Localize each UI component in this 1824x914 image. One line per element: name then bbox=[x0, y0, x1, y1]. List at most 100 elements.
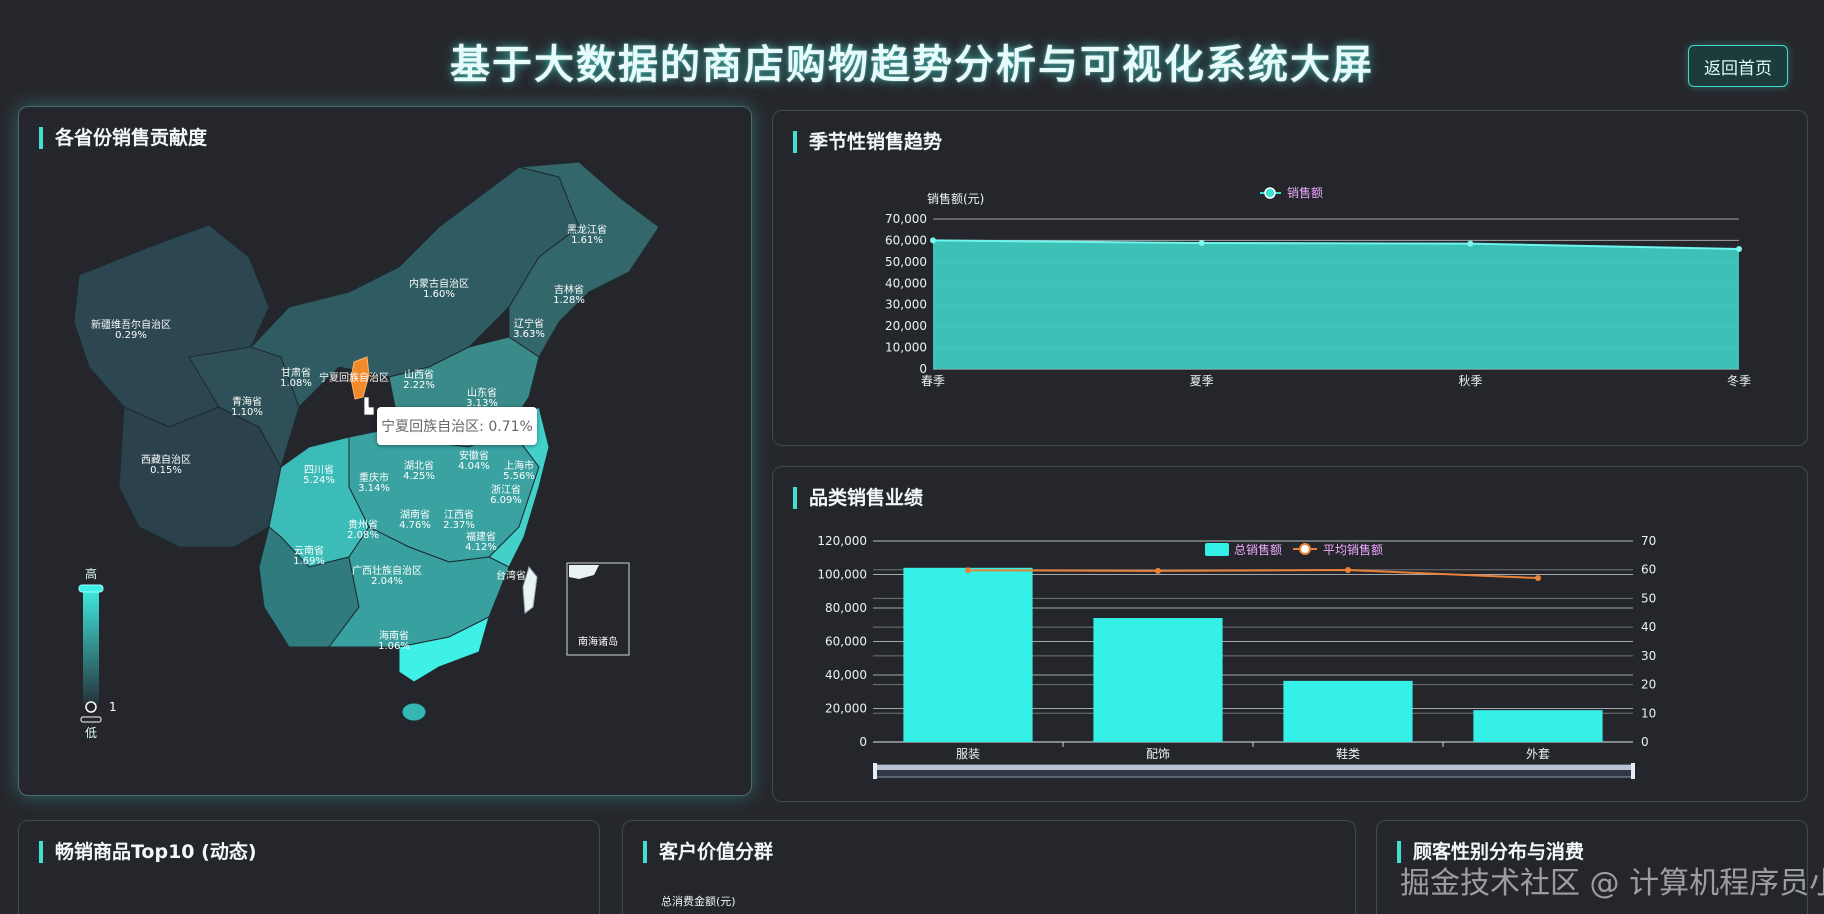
map-label-value: 0.15% bbox=[150, 465, 182, 476]
legend-value-label: 1 bbox=[109, 700, 117, 714]
category-y-tick-left: 80,000 bbox=[825, 601, 867, 615]
customer-ylabel: 总消费金额(元) bbox=[661, 895, 736, 908]
season-legend-dot[interactable] bbox=[1264, 187, 1276, 199]
category-x-tick: 服装 bbox=[956, 747, 980, 761]
top10-panel-title: 畅销商品Top10 (动态) bbox=[39, 841, 257, 863]
category-bar[interactable] bbox=[1093, 618, 1223, 742]
datazoom-handle-right[interactable] bbox=[1631, 763, 1635, 779]
season-point[interactable] bbox=[1736, 246, 1742, 252]
season-y-tick: 10,000 bbox=[885, 341, 927, 355]
header: 基于大数据的商店购物趋势分析与可视化系统大屏 返回首页 bbox=[0, 0, 1824, 100]
page-title: 基于大数据的商店购物趋势分析与可视化系统大屏 bbox=[450, 42, 1374, 88]
cursor-hand-icon bbox=[363, 396, 375, 416]
season-y-tick: 70,000 bbox=[885, 212, 927, 226]
map-label-name: 台湾省 bbox=[496, 569, 526, 582]
province-panel: 各省份销售贡献度 黑龙江省 1.61% 内蒙古自治区 1.60% 吉林省 1.28% … bbox=[18, 106, 752, 796]
season-x-tick: 夏季 bbox=[1190, 374, 1214, 388]
category-x-ticks: 服装 配饰 鞋类 外套 bbox=[956, 742, 1550, 761]
season-y-tick: 30,000 bbox=[885, 298, 927, 312]
customer-panel-title: 客户价值分群 bbox=[643, 841, 773, 863]
season-y-tick: 60,000 bbox=[885, 233, 927, 247]
category-bar[interactable] bbox=[1473, 710, 1603, 742]
map-label-value: 2.22% bbox=[403, 380, 435, 391]
season-y-ticks: 010,00020,00030,00040,00050,00060,00070,… bbox=[885, 212, 927, 376]
season-x-tick: 秋季 bbox=[1458, 374, 1482, 388]
season-y-tick: 20,000 bbox=[885, 319, 927, 333]
map-tibet[interactable] bbox=[118, 406, 282, 548]
category-y-tick-right: 40 bbox=[1641, 620, 1656, 634]
legend-bottom-handle[interactable] bbox=[85, 701, 97, 713]
category-y-ticks-left: 0 20,000 40,000 60,000 80,000 100,000 120,000 bbox=[817, 534, 867, 749]
map-label-value: 1.10% bbox=[231, 407, 263, 418]
category-y-ticks-right: 0 10 20 30 40 50 60 70 bbox=[1641, 534, 1656, 749]
season-x-tick: 冬季 bbox=[1727, 373, 1751, 388]
datazoom-fill[interactable] bbox=[875, 765, 1633, 770]
map-label-value: 5.56% bbox=[503, 471, 535, 482]
category-x-tick: 鞋类 bbox=[1336, 746, 1360, 761]
map-label-value: 6.09% bbox=[490, 495, 522, 506]
category-bars[interactable] bbox=[903, 567, 1603, 742]
category-avg-point[interactable] bbox=[1155, 567, 1161, 574]
season-panel: 季节性销售趋势 销售额 销售额(元) 0 10,000 20,000 30,000 40… bbox=[772, 110, 1808, 446]
category-y-tick-left: 100,000 bbox=[817, 568, 867, 582]
category-legend-line-dot[interactable] bbox=[1299, 543, 1311, 555]
season-ylabel: 销售额(元) bbox=[927, 191, 984, 206]
season-point[interactable] bbox=[930, 237, 936, 244]
map-label-value: 4.12% bbox=[465, 542, 497, 553]
category-y-tick-left: 20,000 bbox=[825, 702, 867, 716]
home-button[interactable]: 返回首页 bbox=[1688, 45, 1788, 87]
china-map[interactable]: 黑龙江省1.61% 内蒙古自治区1.60% 吉林省1.28% 新疆维吾尔自治区0… bbox=[19, 107, 753, 797]
category-legend-bar-label: 总销售额 bbox=[1234, 542, 1282, 557]
map-tooltip: 宁夏回族自治区: 0.71% bbox=[377, 407, 537, 445]
map-label-value: 3.14% bbox=[358, 483, 390, 494]
legend-low-label: 低 bbox=[85, 726, 97, 740]
south-sea-coast bbox=[569, 565, 599, 579]
category-y-tick-left: 60,000 bbox=[825, 635, 867, 649]
season-x-tick: 春季 bbox=[921, 374, 945, 388]
map-label-value: 1.60% bbox=[423, 289, 455, 300]
category-avg-point[interactable] bbox=[1345, 567, 1351, 574]
category-y-tick-right: 20 bbox=[1641, 678, 1656, 692]
map-label-value: 3.63% bbox=[513, 329, 545, 340]
category-y-tick-left: 120,000 bbox=[817, 534, 867, 548]
top10-panel: 畅销商品Top10 (动态) bbox=[18, 820, 600, 914]
category-x-tick: 外套 bbox=[1526, 747, 1550, 761]
map-label-value: 1.28% bbox=[553, 295, 585, 306]
watermark: 掘金技术社区 @ 计算机程序员小杨 bbox=[1400, 866, 1824, 901]
season-point[interactable] bbox=[1467, 240, 1474, 247]
category-chart[interactable]: 总销售额 平均销售额 0 20,000 40,000 60,000 80,000 100,… bbox=[773, 467, 1809, 803]
category-y-tick-left: 0 bbox=[859, 735, 867, 749]
category-legend-bar-swatch[interactable] bbox=[1205, 543, 1229, 556]
season-y-tick: 50,000 bbox=[885, 255, 927, 269]
legend-top-handle[interactable] bbox=[78, 584, 104, 593]
category-panel: 品类销售业绩 总销售额 平均销售额 0 20,000 40,000 60,000 80,… bbox=[772, 466, 1808, 802]
map-label-value: 0.29% bbox=[115, 330, 147, 341]
season-legend-label: 销售额 bbox=[1287, 185, 1323, 200]
category-y-tick-right: 0 bbox=[1641, 735, 1649, 749]
season-point[interactable] bbox=[1198, 240, 1205, 246]
map-label-value: 4.76% bbox=[399, 520, 431, 531]
map-label-value: 1.61% bbox=[571, 235, 603, 246]
category-y-tick-right: 60 bbox=[1641, 563, 1656, 577]
datazoom-handle-left[interactable] bbox=[873, 763, 877, 779]
map-label-value: 1.69% bbox=[293, 556, 325, 567]
category-bar[interactable] bbox=[1283, 680, 1413, 742]
category-y-tick-right: 50 bbox=[1641, 591, 1656, 605]
category-bar[interactable] bbox=[903, 567, 1033, 742]
category-y-tick-left: 40,000 bbox=[825, 668, 867, 682]
customer-panel: 客户价值分群 总消费金额(元) bbox=[622, 820, 1356, 914]
season-chart[interactable]: 销售额 销售额(元) 010,00020,00030,00040,00050,0… bbox=[773, 111, 1809, 447]
map-label-value: 2.37% bbox=[443, 520, 475, 531]
map-label-value: 4.04% bbox=[458, 461, 490, 472]
category-x-tick: 配饰 bbox=[1146, 747, 1170, 761]
map-label-name: 宁夏回族自治区 bbox=[319, 371, 389, 384]
category-y-tick-right: 30 bbox=[1641, 649, 1656, 663]
category-avg-point[interactable] bbox=[965, 567, 971, 574]
category-y-tick-right: 70 bbox=[1641, 534, 1656, 548]
map-hainan[interactable] bbox=[401, 702, 427, 722]
map-label-value: 2.08% bbox=[347, 530, 379, 541]
map-label-value: 5.24% bbox=[303, 475, 335, 486]
map-label-value: 2.04% bbox=[371, 576, 403, 587]
category-avg-point[interactable] bbox=[1535, 575, 1541, 582]
map-label-value: 1.06% bbox=[378, 641, 410, 652]
